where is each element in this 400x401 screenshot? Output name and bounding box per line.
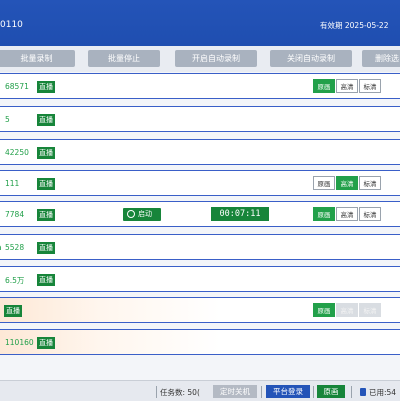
list-item[interactable]: 7784 直播 启动 00:07:11 原画 高清 标清 <box>0 201 400 227</box>
quality-original-option[interactable]: 原画 <box>313 176 335 190</box>
platform-login-button[interactable]: 平台登录 <box>266 385 310 398</box>
live-badge: 直播 <box>37 242 55 254</box>
quality-original-option[interactable]: 原画 <box>313 303 335 317</box>
quality-sd-option[interactable]: 标清 <box>359 176 381 190</box>
quality-sd-option[interactable]: 标清 <box>359 79 381 93</box>
task-count: 任务数: 50( <box>160 388 200 397</box>
expiry-date: 有效期 2025-05-22 <box>320 21 389 30</box>
divider <box>156 386 157 398</box>
live-badge: 直播 <box>37 81 55 93</box>
live-badge: 直播 <box>37 147 55 159</box>
list-item[interactable]: 直播 原画 高清 标清 <box>0 297 400 323</box>
quality-hd-option[interactable]: 高清 <box>336 207 358 221</box>
record-icon <box>127 210 135 218</box>
room-id: 5528 <box>5 243 25 252</box>
live-badge: 直播 <box>37 209 55 221</box>
quality-selector: 原画 高清 标清 <box>313 303 382 317</box>
status-bar: 任务数: 50( 定时关机 平台登录 原画 已用:54 <box>0 380 400 401</box>
live-badge: 直播 <box>37 274 55 286</box>
live-badge: 直播 <box>37 178 55 190</box>
quality-selector: 原画 高清 标清 <box>313 207 382 221</box>
quality-sd-option: 标清 <box>359 303 381 317</box>
room-id: 5 <box>5 115 10 124</box>
app-header: 0110 有效期 2025-05-22 <box>0 0 400 46</box>
original-quality-button[interactable]: 原画 <box>317 385 345 398</box>
quality-hd-option[interactable]: 高清 <box>336 79 358 93</box>
room-id: 110160 <box>5 338 34 347</box>
room-id: 7784 <box>5 210 25 219</box>
list-item[interactable]: 68571 直播 原画 高清 标清 <box>0 73 400 99</box>
list-item[interactable]: 5 直播 <box>0 106 400 132</box>
recording-status-label: 启动 <box>138 210 152 218</box>
room-id: 42250 <box>5 148 29 157</box>
room-id: 111 <box>5 179 20 188</box>
live-badge: 直播 <box>37 337 55 349</box>
timer-shutdown-button[interactable]: 定时关机 <box>213 385 257 398</box>
quality-selector: 原画 高清 标清 <box>313 79 382 93</box>
room-id: 68571 <box>5 82 29 91</box>
quality-original-option[interactable]: 原画 <box>313 207 335 221</box>
divider <box>351 386 352 398</box>
quality-hd-option[interactable]: 高清 <box>336 176 358 190</box>
list-item[interactable]: 111 直播 原画 高清 标清 <box>0 170 400 196</box>
batch-record-button[interactable]: 批量录制 <box>0 50 75 67</box>
recording-status-button[interactable]: 启动 <box>123 208 161 221</box>
live-badge: 直播 <box>37 114 55 126</box>
live-badge: 直播 <box>4 305 22 317</box>
quality-selector: 原画 高清 标清 <box>313 176 382 190</box>
list-item[interactable]: 110160 直播 <box>0 329 400 355</box>
storage-used-label: 已用:54 <box>369 388 397 397</box>
disable-auto-record-button[interactable]: 关闭自动录制 <box>270 50 352 67</box>
app-title: 0110 <box>0 20 23 30</box>
quality-sd-option[interactable]: 标清 <box>359 207 381 221</box>
quality-original-option[interactable]: 原画 <box>313 79 335 93</box>
batch-stop-button[interactable]: 批量停止 <box>88 50 160 67</box>
room-id-prefix: a <box>0 243 2 252</box>
list-item[interactable]: a 5528 直播 <box>0 234 400 260</box>
list-item[interactable]: 42250 直播 <box>0 139 400 165</box>
enable-auto-record-button[interactable]: 开启自动录制 <box>175 50 257 67</box>
divider <box>261 386 262 398</box>
quality-hd-option: 高清 <box>336 303 358 317</box>
storage-used: 已用:54 <box>360 387 396 398</box>
divider <box>313 386 314 398</box>
room-id: 6.5万 <box>5 276 25 285</box>
recording-timer: 00:07:11 <box>211 207 269 221</box>
list-item[interactable]: 6.5万 直播 <box>0 266 400 292</box>
storage-icon <box>360 388 366 396</box>
delete-selected-button[interactable]: 删除选 <box>362 50 400 67</box>
